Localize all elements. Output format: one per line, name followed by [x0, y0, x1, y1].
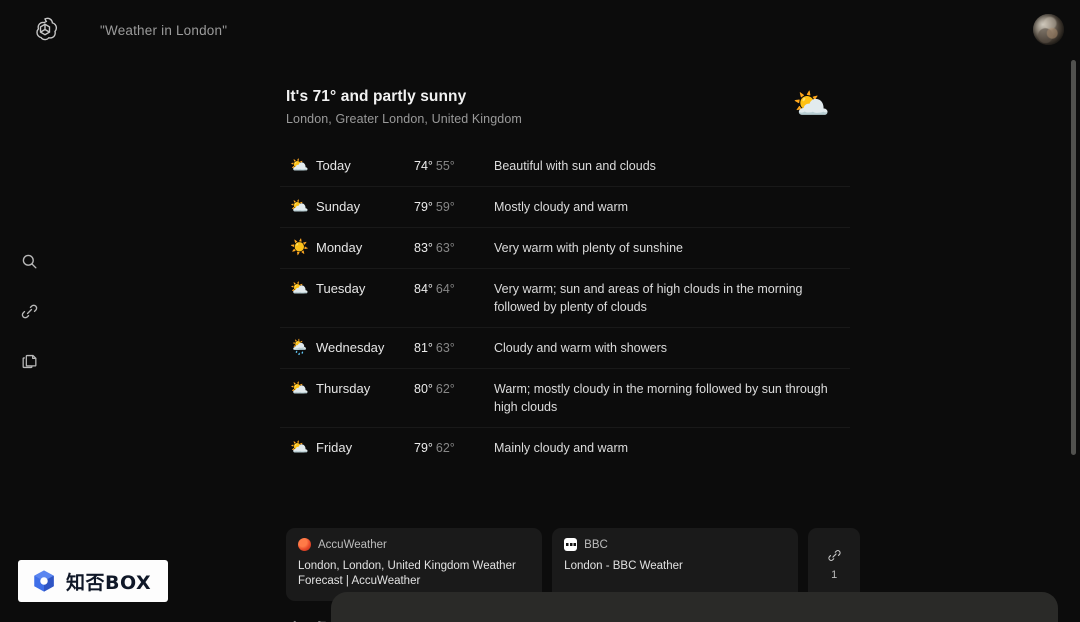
- forecast-icon: ⛅: [290, 280, 309, 297]
- scrollbar-track[interactable]: [1070, 58, 1077, 618]
- main-scroll-area: It's 71° and partly sunny London, Greate…: [58, 58, 1080, 622]
- weather-summary: It's 71° and partly sunny London, Greate…: [286, 88, 522, 126]
- sources-row: AccuWeather London, London, United Kingd…: [280, 528, 861, 601]
- forecast-description: Very warm with plenty of sunshine: [494, 241, 683, 255]
- more-sources-count: 1: [831, 569, 838, 581]
- bbc-favicon: [564, 538, 578, 551]
- forecast-row: ⛅ Sunday 79° 59° Mostly cloudy and warm: [280, 186, 850, 227]
- link-icon: [827, 548, 842, 563]
- query-title: "Weather in London": [100, 22, 228, 38]
- forecast-icon: ⛅: [290, 380, 309, 397]
- weather-location: London, Greater London, United Kingdom: [286, 112, 522, 126]
- current-weather-icon: ⛅: [792, 88, 830, 121]
- forecast-day: Friday: [316, 440, 353, 455]
- forecast-row: ⛅ Friday 79° 62° Mainly cloudy and warm: [280, 427, 850, 468]
- forecast-day: Tuesday: [316, 281, 366, 296]
- link-icon[interactable]: [12, 294, 46, 328]
- openai-logo-icon: [30, 15, 60, 45]
- forecast-row: ⛅ Tuesday 84° 64° Very warm; sun and area…: [280, 268, 850, 327]
- forecast-day: Monday: [316, 240, 363, 255]
- forecast-description: Beautiful with sun and clouds: [494, 159, 656, 173]
- accuweather-favicon: [298, 538, 311, 551]
- forecast-description: Warm; mostly cloudy in the morning follo…: [494, 382, 828, 414]
- forecast-icon: ☀️: [290, 239, 309, 256]
- watermark: 知否BOX: [18, 560, 168, 602]
- forecast-list: ⛅ Today 74° 55° Beautiful with sun and cl…: [280, 146, 850, 468]
- weather-card-header: It's 71° and partly sunny London, Greate…: [280, 88, 860, 126]
- forecast-high: 74°: [414, 159, 433, 173]
- watermark-text: 知否BOX: [66, 571, 152, 594]
- forecast-temps: 79° 62°: [414, 439, 470, 457]
- forecast-low: 55°: [435, 159, 455, 173]
- forecast-row: ⛅ Today 74° 55° Beautiful with sun and cl…: [280, 146, 850, 186]
- left-rail: [0, 0, 58, 622]
- forecast-icon: 🌦️: [290, 339, 309, 356]
- forecast-row: ⛅ Thursday 80° 62° Warm; mostly cloudy in…: [280, 368, 850, 427]
- forecast-day: Thursday: [316, 381, 371, 396]
- source-site-name: AccuWeather: [318, 538, 387, 551]
- forecast-low: 63°: [435, 341, 455, 355]
- forecast-low: 62°: [435, 441, 455, 455]
- forecast-temps: 79° 59°: [414, 198, 470, 216]
- search-icon[interactable]: [12, 244, 46, 278]
- forecast-icon: ⛅: [290, 439, 309, 456]
- forecast-day: Today: [316, 158, 351, 173]
- copy-pages-icon[interactable]: [12, 344, 46, 378]
- forecast-high: 84°: [414, 282, 433, 296]
- source-title: London, London, United Kingdom Weather F…: [298, 560, 516, 587]
- forecast-icon: ⛅: [290, 198, 309, 215]
- forecast-temps: 74° 55°: [414, 157, 470, 175]
- forecast-row: 🌦️ Wednesday 81° 63° Cloudy and warm with…: [280, 327, 850, 368]
- avatar[interactable]: [1033, 14, 1064, 45]
- forecast-temps: 83° 63°: [414, 239, 470, 257]
- forecast-day: Sunday: [316, 199, 361, 214]
- forecast-high: 81°: [414, 341, 433, 355]
- forecast-icon: ⛅: [290, 157, 309, 174]
- forecast-day: Wednesday: [316, 340, 385, 355]
- forecast-description: Mostly cloudy and warm: [494, 200, 629, 214]
- source-card-header: AccuWeather: [298, 538, 530, 551]
- forecast-row: ☀️ Monday 83° 63° Very warm with plenty o…: [280, 227, 850, 268]
- forecast-description: Very warm; sun and areas of high clouds …: [494, 282, 803, 314]
- source-site-name: BBC: [584, 538, 608, 551]
- source-card-bbc[interactable]: BBC London - BBC Weather: [552, 528, 799, 601]
- forecast-high: 79°: [414, 441, 433, 455]
- weather-headline: It's 71° and partly sunny: [286, 88, 467, 105]
- watermark-logo-icon: [31, 568, 57, 594]
- forecast-high: 83°: [414, 241, 433, 255]
- forecast-description: Mainly cloudy and warm: [494, 441, 629, 455]
- forecast-temps: 84° 64°: [414, 280, 470, 298]
- assistant-response: It's 71° and partly sunny London, Greate…: [280, 58, 861, 622]
- top-bar: "Weather in London": [0, 0, 1080, 60]
- forecast-low: 63°: [435, 241, 455, 255]
- forecast-temps: 81° 63°: [414, 339, 470, 357]
- forecast-low: 59°: [435, 200, 455, 214]
- forecast-high: 79°: [414, 200, 433, 214]
- more-sources-button[interactable]: 1: [808, 528, 861, 601]
- forecast-low: 62°: [435, 382, 455, 396]
- forecast-description: Cloudy and warm with showers: [494, 341, 667, 355]
- message-composer[interactable]: [331, 592, 1058, 622]
- source-card-header: BBC: [564, 538, 786, 551]
- forecast-temps: 80° 62°: [414, 380, 470, 398]
- forecast-low: 64°: [435, 282, 455, 296]
- source-card-accuweather[interactable]: AccuWeather London, London, United Kingd…: [286, 528, 543, 601]
- scrollbar-thumb[interactable]: [1071, 60, 1076, 455]
- source-title: London - BBC Weather: [564, 560, 683, 572]
- forecast-high: 80°: [414, 382, 433, 396]
